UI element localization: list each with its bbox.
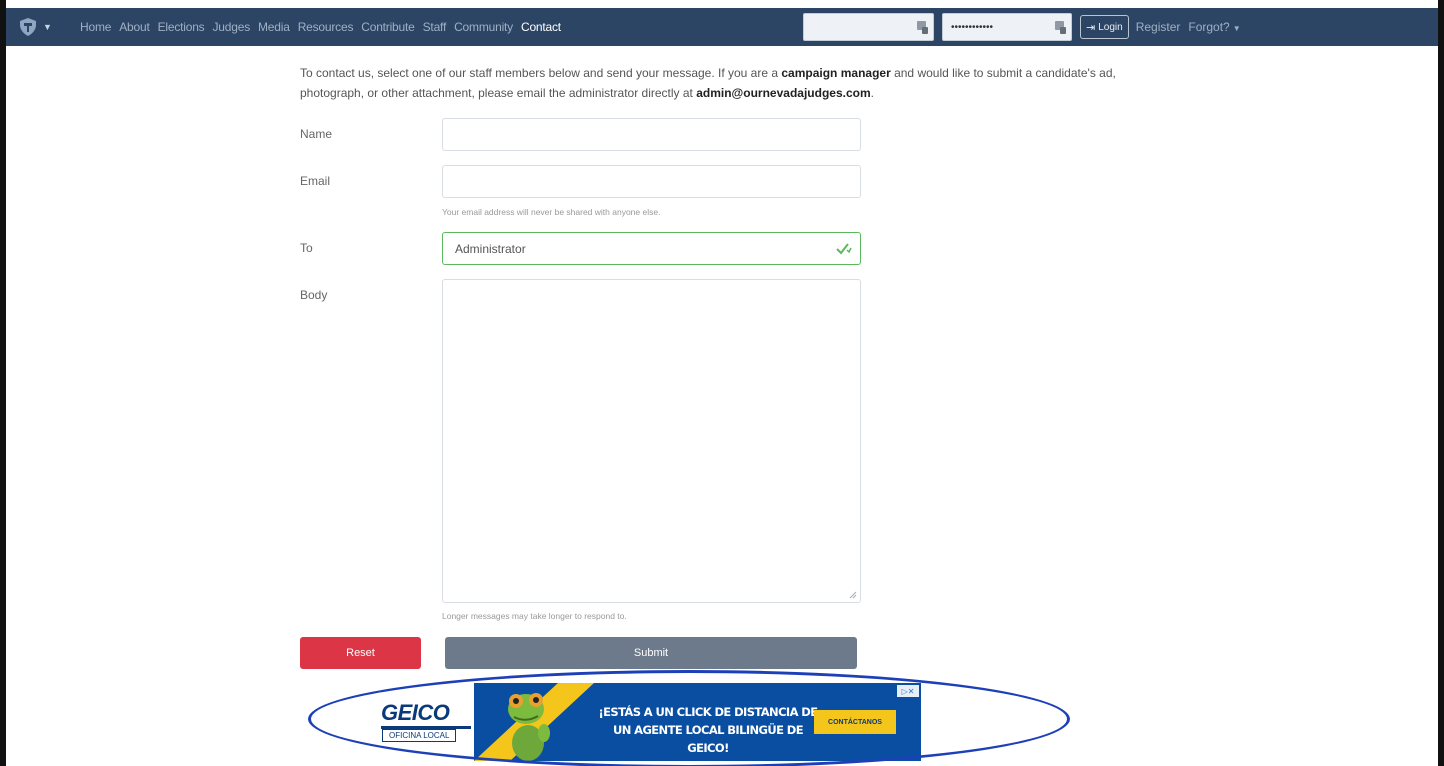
gavel-logo-icon [20,18,36,36]
forgot-label: Forgot? [1188,20,1230,34]
email-input[interactable] [442,165,861,198]
username-input[interactable] [803,13,934,41]
nav-contact[interactable]: Contact [521,20,561,34]
nav-staff[interactable]: Staff [423,20,447,34]
name-input[interactable] [442,118,861,151]
register-link[interactable]: Register [1136,20,1181,34]
navbar: ▼ Home About Elections Judges Media Reso… [6,8,1438,46]
name-label: Name [300,127,333,141]
nav-resources[interactable]: Resources [298,20,354,34]
caret-down-icon: ▼ [1232,24,1241,33]
nav-links: Home About Elections Judges Media Resour… [80,20,569,34]
nav-home[interactable]: Home [80,20,111,34]
password-manager-icon[interactable] [917,21,928,34]
submit-button[interactable]: Submit [445,637,857,669]
resize-handle-icon[interactable] [849,591,857,599]
body-help-text: Longer messages may take longer to respo… [442,611,627,621]
password-value: •••••••••••• [951,21,994,33]
forgot-dropdown[interactable]: Forgot? ▼ [1188,20,1240,34]
intro-text: To contact us, select one of our staff m… [300,66,782,80]
nav-media[interactable]: Media [258,20,290,34]
nav-community[interactable]: Community [454,20,513,34]
recipient-select[interactable]: Administrator [442,232,861,265]
recipient-value: Administrator [455,241,526,256]
body-textarea[interactable] [442,279,861,603]
caret-down-icon: ▼ [43,22,52,32]
to-label: To [300,241,313,255]
nav-contribute[interactable]: Contribute [361,20,415,34]
contact-intro: To contact us, select one of our staff m… [300,63,1160,103]
intro-text: . [870,86,874,100]
nav-about[interactable]: About [119,20,150,34]
nav-elections[interactable]: Elections [158,20,205,34]
login-label: Login [1098,21,1123,33]
valid-check-icon [836,243,852,255]
ad-highlight-ellipse [308,670,1070,766]
email-label: Email [300,174,331,188]
password-manager-icon[interactable] [1055,21,1066,34]
body-label: Body [300,288,328,302]
site-logo-menu[interactable]: ▼ [18,17,66,37]
nav-judges[interactable]: Judges [213,20,251,34]
admin-email: admin@ournevadajudges.com [696,86,871,100]
login-button[interactable]: ⇥ Login [1080,15,1129,39]
login-area: •••••••••••• ⇥ Login Register Forgot? ▼ [803,12,1241,42]
password-input[interactable]: •••••••••••• [942,13,1072,41]
email-help-text: Your email address will never be shared … [442,207,661,217]
sign-in-icon: ⇥ [1086,21,1096,34]
intro-emphasis: campaign manager [781,66,891,80]
reset-button[interactable]: Reset [300,637,421,669]
